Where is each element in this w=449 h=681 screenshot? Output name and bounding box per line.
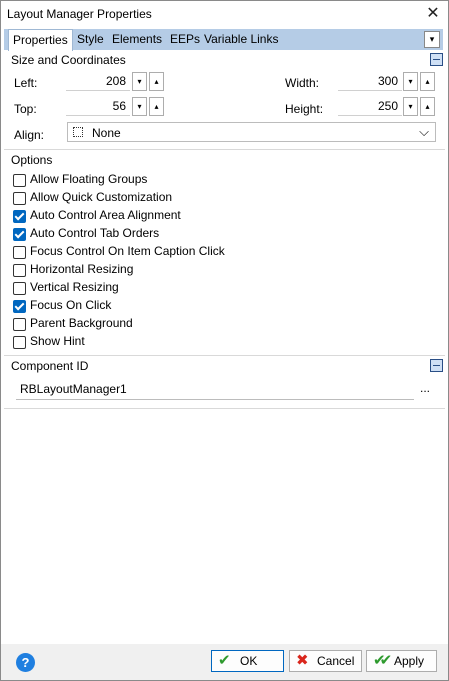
browse-button[interactable]: ... xyxy=(420,381,430,395)
left-label: Left: xyxy=(14,76,38,90)
cancel-button[interactable]: ✖ Cancel xyxy=(289,650,362,672)
divider xyxy=(4,149,445,150)
checkbox-show-hint[interactable] xyxy=(13,336,26,349)
left-decrement-icon[interactable]: ▾ xyxy=(132,72,147,91)
close-icon[interactable]: ✕ xyxy=(418,1,448,27)
height-increment-icon[interactable]: ▴ xyxy=(420,97,435,116)
tab-properties[interactable]: Properties xyxy=(8,29,73,51)
checkmark-icon: ✔ xyxy=(218,652,231,669)
ok-label: OK xyxy=(240,654,258,668)
checkbox-allow-quick-customization[interactable] xyxy=(13,192,26,205)
checkbox-allow-floating-groups[interactable] xyxy=(13,174,26,187)
divider xyxy=(4,355,445,356)
tab-elements[interactable]: Elements xyxy=(112,29,162,50)
height-input[interactable]: 250 xyxy=(338,96,402,116)
component-collapse-icon[interactable] xyxy=(430,359,443,372)
height-decrement-icon[interactable]: ▾ xyxy=(403,97,418,116)
checkbox-parent-background[interactable] xyxy=(13,318,26,331)
help-icon[interactable]: ? xyxy=(16,653,35,672)
divider xyxy=(4,408,445,409)
option-label: Focus On Click xyxy=(30,298,112,312)
title-bar: Layout Manager Properties ✕ xyxy=(1,1,448,27)
size-section-label: Size and Coordinates xyxy=(11,53,126,67)
top-label: Top: xyxy=(14,102,37,116)
checkbox-focus-on-click[interactable] xyxy=(13,300,26,313)
properties-dialog: Layout Manager Properties ✕ Properties S… xyxy=(0,0,449,681)
checkbox-auto-control-area-alignment[interactable] xyxy=(13,210,26,223)
component-section-label: Component ID xyxy=(11,359,89,373)
cancel-label: Cancel xyxy=(317,654,355,668)
top-decrement-icon[interactable]: ▾ xyxy=(132,97,147,116)
align-value: None xyxy=(92,126,121,140)
tab-variable-links[interactable]: Variable Links xyxy=(204,29,278,50)
top-increment-icon[interactable]: ▴ xyxy=(149,97,164,116)
chevron-down-icon: ⌵ xyxy=(419,124,429,139)
checkbox-horizontal-resizing[interactable] xyxy=(13,264,26,277)
option-label: Auto Control Tab Orders xyxy=(30,226,160,240)
tab-eeps[interactable]: EEPs xyxy=(170,29,200,50)
size-collapse-icon[interactable] xyxy=(430,53,443,66)
double-check-icon: ✔✔ xyxy=(373,652,392,669)
option-label: Focus Control On Item Caption Click xyxy=(30,244,225,258)
align-select[interactable]: None ⌵ xyxy=(67,122,436,142)
align-none-icon xyxy=(73,127,83,137)
width-input[interactable]: 300 xyxy=(338,71,402,91)
button-bar: ? ✔ OK ✖ Cancel ✔✔ Apply xyxy=(1,644,448,680)
width-increment-icon[interactable]: ▴ xyxy=(420,72,435,91)
option-label: Auto Control Area Alignment xyxy=(30,208,181,222)
option-label: Horizontal Resizing xyxy=(30,262,134,276)
checkbox-vertical-resizing[interactable] xyxy=(13,282,26,295)
tab-bar: Properties Style Elements EEPs Variable … xyxy=(4,29,443,51)
ok-button[interactable]: ✔ OK xyxy=(211,650,284,672)
options-section-label: Options xyxy=(11,153,53,167)
option-label: Vertical Resizing xyxy=(30,280,119,294)
checkbox-focus-control-on-item-caption-click[interactable] xyxy=(13,246,26,259)
window-title: Layout Manager Properties xyxy=(7,7,152,21)
component-id-input[interactable]: RBLayoutManager1 xyxy=(16,379,414,400)
cancel-x-icon: ✖ xyxy=(296,652,309,669)
width-decrement-icon[interactable]: ▾ xyxy=(403,72,418,91)
option-label: Show Hint xyxy=(30,334,85,348)
height-label: Height: xyxy=(285,102,324,116)
top-input[interactable]: 56 xyxy=(66,96,130,116)
apply-label: Apply xyxy=(394,654,425,668)
tab-dropdown-icon[interactable]: ▾ xyxy=(424,31,440,48)
option-label: Allow Quick Customization xyxy=(30,190,173,204)
tab-style[interactable]: Style xyxy=(77,29,104,50)
width-label: Width: xyxy=(285,76,320,90)
apply-button[interactable]: ✔✔ Apply xyxy=(366,650,437,672)
left-increment-icon[interactable]: ▴ xyxy=(149,72,164,91)
option-label: Parent Background xyxy=(30,316,133,330)
option-label: Allow Floating Groups xyxy=(30,172,148,186)
align-label: Align: xyxy=(14,128,45,142)
checkbox-auto-control-tab-orders[interactable] xyxy=(13,228,26,241)
left-input[interactable]: 208 xyxy=(66,71,130,91)
